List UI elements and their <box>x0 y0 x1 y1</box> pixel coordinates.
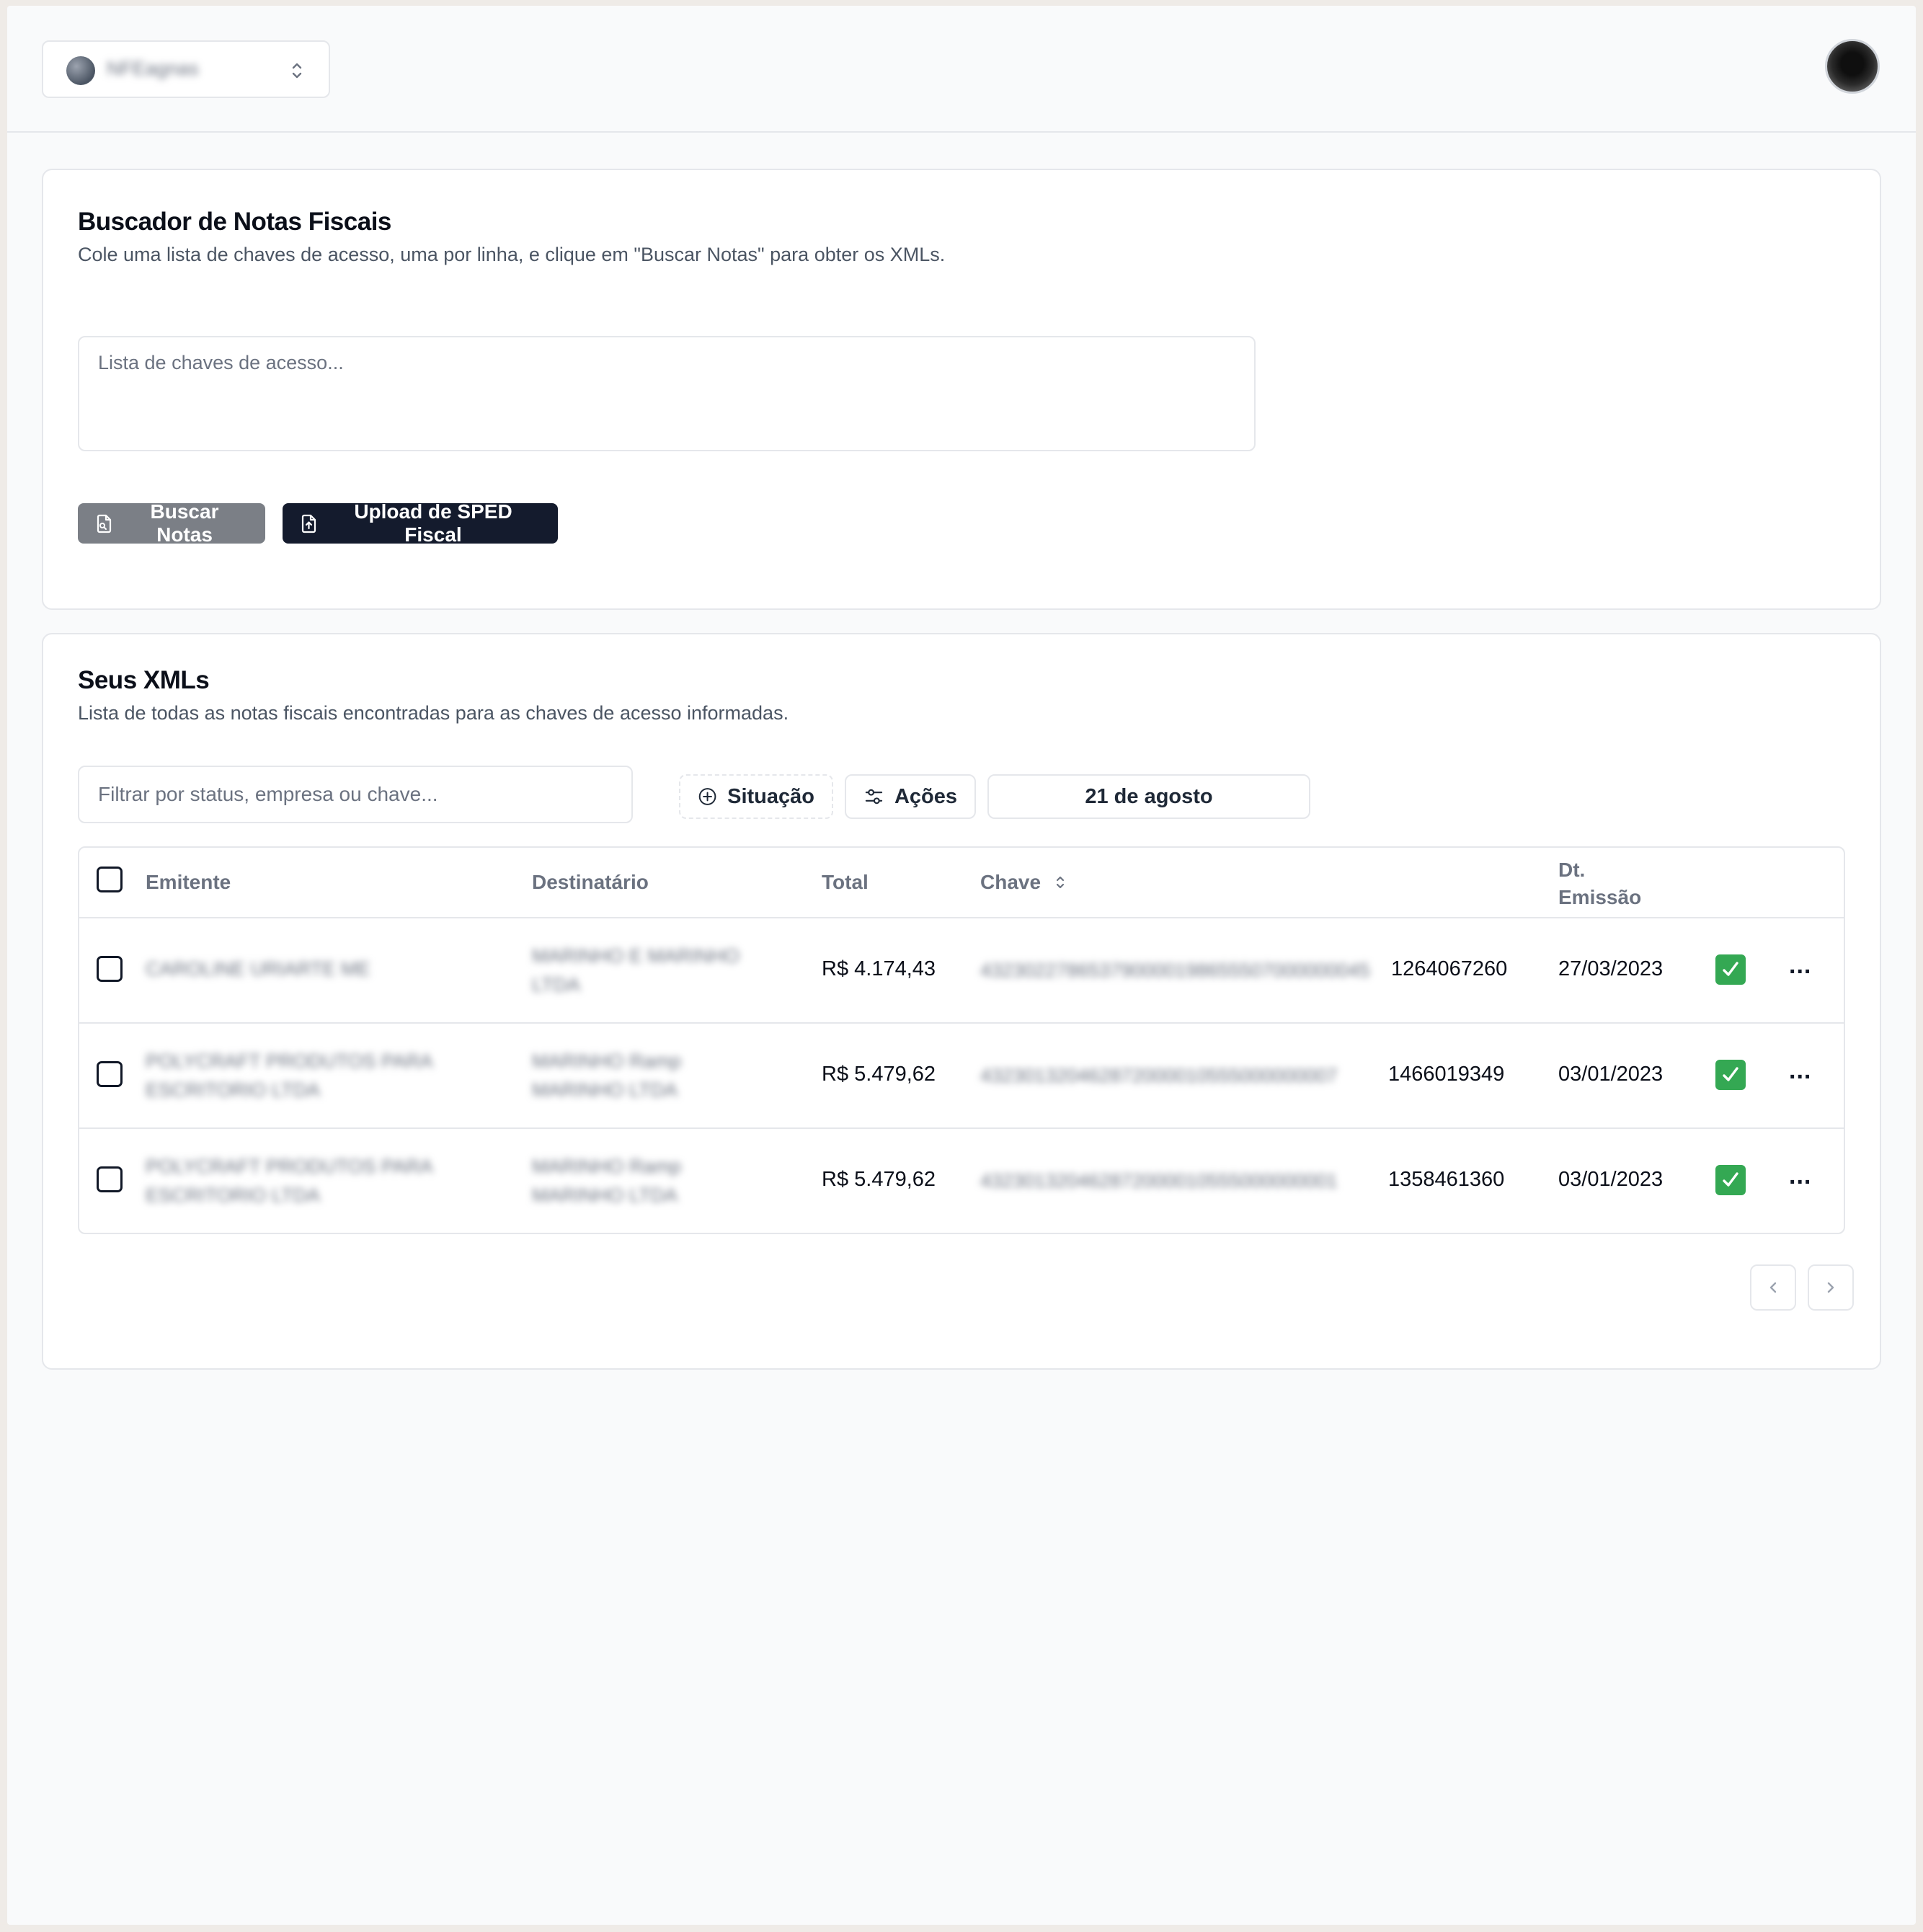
buscar-notas-label: Buscar Notas <box>150 500 219 546</box>
xmls-card: Seus XMLs Lista de todas as notas fiscai… <box>42 633 1881 1370</box>
xmls-card-description: Lista de todas as notas fiscais encontra… <box>78 702 789 724</box>
workspace-logo-icon <box>66 56 95 85</box>
emitente-cell: POLYCRAFT PRODUTOS PARA ESCRITORIO LTDA <box>146 1156 433 1206</box>
acoes-label: Ações <box>894 784 957 808</box>
search-card: Buscador de Notas Fiscais Cole uma lista… <box>42 169 1881 610</box>
chave-visible-part: 1264067260 <box>1391 957 1508 980</box>
sort-icon <box>1056 876 1065 889</box>
xmls-card-title: Seus XMLs <box>78 666 210 694</box>
chevron-up-down-icon <box>292 63 302 79</box>
emitente-cell: CAROLINE URIARTE ME <box>146 958 370 980</box>
destinatario-cell: MARINHO Ramp MARINHO LTDA <box>532 1156 682 1206</box>
date-picker-button[interactable]: 21 de agosto <box>987 774 1310 819</box>
upload-sped-button[interactable]: Upload de SPED Fiscal <box>283 500 558 546</box>
chave-visible-part: 1466019349 <box>1388 1063 1505 1086</box>
column-total: Total <box>822 871 869 893</box>
workspace-name: NFEagnas <box>107 58 199 79</box>
column-chave-sort[interactable]: Chave <box>980 871 1067 894</box>
column-dt-line2: Emissão <box>1558 886 1642 908</box>
emitente-cell: POLYCRAFT PRODUTOS PARA ESCRITORIO LTDA <box>146 1050 433 1101</box>
chave-hidden-part: 432301320462872000010555000000001 <box>980 1170 1338 1192</box>
column-chave-label: Chave <box>980 871 1042 893</box>
table-row: POLYCRAFT PRODUTOS PARA ESCRITORIO LTDA M… <box>79 1024 1844 1129</box>
chave-hidden-part: 432301320462872000010555000000007 <box>980 1065 1338 1086</box>
access-keys-textarea[interactable] <box>78 336 1256 451</box>
column-dt-emissao: Dt. Emissão <box>1558 856 1641 911</box>
upload-sped-label: Upload de SPED Fiscal <box>354 500 512 546</box>
row-actions-button[interactable]: ... <box>1789 952 1811 980</box>
total-cell: R$ 4.174,43 <box>822 957 936 980</box>
document-search-icon <box>97 514 112 533</box>
destinatario-cell: MARINHO Ramp MARINHO LTDA <box>532 1050 682 1101</box>
status-check-icon <box>1715 1165 1746 1195</box>
select-all-checkbox[interactable] <box>97 867 123 892</box>
filter-input[interactable] <box>78 766 633 823</box>
top-bar: NFEagnas <box>7 6 1916 133</box>
emission-date-cell: 03/01/2023 <box>1558 1168 1664 1191</box>
row-checkbox[interactable] <box>97 956 123 982</box>
search-card-title: Buscador de Notas Fiscais <box>78 208 391 236</box>
buscar-notas-button[interactable]: Buscar Notas <box>78 500 265 546</box>
sliders-icon <box>865 789 883 805</box>
row-checkbox[interactable] <box>97 1166 123 1192</box>
emission-date-cell: 03/01/2023 <box>1558 1063 1664 1086</box>
status-check-icon <box>1715 954 1746 985</box>
plus-circle-icon <box>698 788 716 805</box>
xmls-table: Emitente Destinatário Total Chave Dt. Em… <box>78 846 1845 1234</box>
prev-page-button[interactable] <box>1750 1264 1796 1311</box>
table-header: Emitente Destinatário Total Chave Dt. Em… <box>79 848 1844 918</box>
chevron-left-icon <box>1769 1282 1777 1293</box>
next-page-button[interactable] <box>1808 1264 1854 1311</box>
file-upload-icon <box>301 514 316 533</box>
chave-hidden-part: 432302278653790000198655507000000045 <box>980 960 1370 981</box>
app-window: NFEagnas Buscador de Notas Fiscais Cole … <box>7 6 1916 1925</box>
row-checkbox[interactable] <box>97 1061 123 1087</box>
total-cell: R$ 5.479,62 <box>822 1063 936 1086</box>
situacao-label: Situação <box>727 784 814 808</box>
total-cell: R$ 5.479,62 <box>822 1168 936 1191</box>
column-dt-line1: Dt. <box>1558 859 1586 881</box>
table-row: POLYCRAFT PRODUTOS PARA ESCRITORIO LTDA M… <box>79 1129 1844 1233</box>
workspace-switcher[interactable]: NFEagnas <box>42 40 330 98</box>
destinatario-cell: MARINHO E MARINHO LTDA <box>532 945 740 996</box>
user-avatar[interactable] <box>1825 39 1880 94</box>
status-check-icon <box>1715 1060 1746 1090</box>
row-actions-button[interactable]: ... <box>1789 1057 1811 1085</box>
situacao-filter-button[interactable]: Situação <box>679 774 833 819</box>
table-row: CAROLINE URIARTE ME MARINHO E MARINHO LTD… <box>79 918 1844 1024</box>
column-emitente: Emitente <box>146 871 231 893</box>
column-destinatario: Destinatário <box>532 871 649 893</box>
chevron-right-icon <box>1827 1282 1834 1293</box>
emission-date-cell: 27/03/2023 <box>1558 957 1664 980</box>
search-card-description: Cole uma lista de chaves de acesso, uma … <box>78 244 946 265</box>
acoes-button[interactable]: Ações <box>845 774 976 819</box>
row-actions-button[interactable]: ... <box>1789 1162 1811 1190</box>
chave-visible-part: 1358461360 <box>1388 1168 1505 1191</box>
